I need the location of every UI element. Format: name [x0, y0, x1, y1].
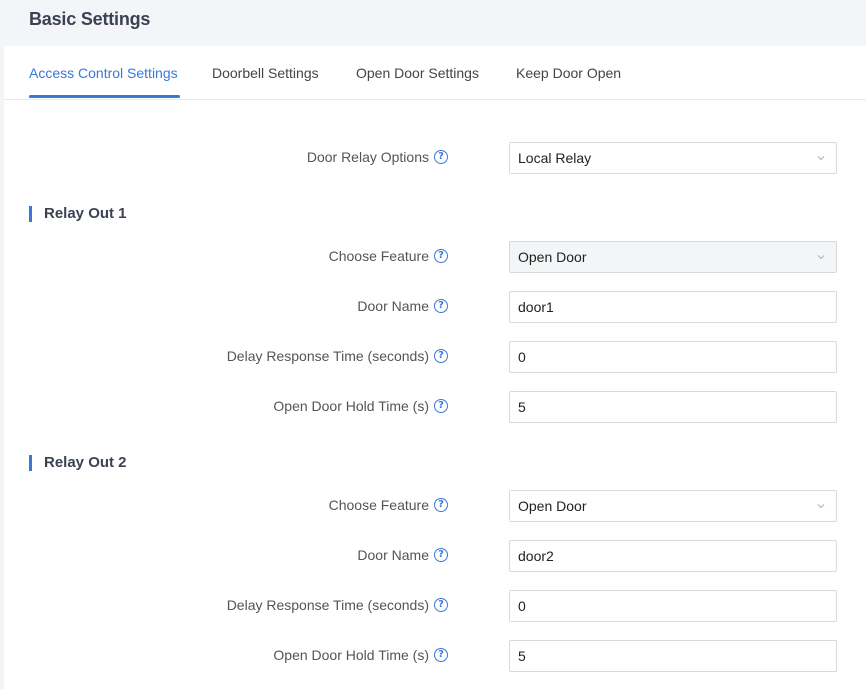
relay2-delay-row: Delay Response Time (seconds) ?: [4, 590, 866, 622]
relay2-choose-feature-label: Choose Feature ?: [329, 497, 448, 513]
relay1-hold-time-row: Open Door Hold Time (s) ?: [4, 391, 866, 423]
help-icon[interactable]: ?: [434, 399, 448, 413]
relay1-choose-feature-select[interactable]: Open Door: [509, 241, 837, 273]
relay1-hold-time-field: [509, 391, 837, 423]
help-icon[interactable]: ?: [434, 648, 448, 662]
tab-keep-door-open[interactable]: Keep Door Open: [516, 65, 621, 81]
chevron-down-icon: [817, 504, 825, 509]
relay1-door-name-label: Door Name ?: [357, 298, 448, 314]
relay2-door-name-label: Door Name ?: [357, 547, 448, 563]
relay1-delay-input[interactable]: [518, 349, 828, 365]
help-icon[interactable]: ?: [434, 299, 448, 313]
relay2-hold-time-label: Open Door Hold Time (s) ?: [273, 647, 448, 663]
relay1-door-name-input[interactable]: [518, 299, 828, 315]
relay-out-1-section-title: Relay Out 1: [29, 206, 127, 222]
relay1-door-name-field: [509, 291, 837, 323]
door-relay-options-label: Door Relay Options ?: [307, 149, 448, 165]
help-icon[interactable]: ?: [434, 498, 448, 512]
relay2-delay-label: Delay Response Time (seconds) ?: [227, 597, 448, 613]
relay2-delay-input[interactable]: [518, 598, 828, 614]
help-icon[interactable]: ?: [434, 598, 448, 612]
settings-card: Access Control Settings Doorbell Setting…: [4, 46, 866, 689]
relay2-choose-feature-row: Choose Feature ? Open Door: [4, 490, 866, 522]
page-title: Basic Settings: [29, 9, 151, 29]
relay1-door-name-row: Door Name ?: [4, 291, 866, 323]
relay1-delay-row: Delay Response Time (seconds) ?: [4, 341, 866, 373]
relay2-delay-field: [509, 590, 837, 622]
chevron-down-icon: [817, 156, 825, 161]
door-relay-options-select[interactable]: Local Relay: [509, 142, 837, 174]
relay1-hold-time-input[interactable]: [518, 399, 828, 415]
relay1-choose-feature-row: Choose Feature ? Open Door: [4, 241, 866, 273]
relay2-hold-time-row: Open Door Hold Time (s) ?: [4, 640, 866, 672]
tab-bar: Access Control Settings Doorbell Setting…: [4, 46, 866, 100]
relay-out-2-section-title: Relay Out 2: [29, 455, 127, 471]
relay2-hold-time-input[interactable]: [518, 648, 828, 664]
tab-access-control-settings[interactable]: Access Control Settings: [29, 65, 178, 81]
relay2-hold-time-field: [509, 640, 837, 672]
tab-open-door-settings[interactable]: Open Door Settings: [356, 65, 479, 81]
relay1-choose-feature-label: Choose Feature ?: [329, 248, 448, 264]
door-relay-options-row: Door Relay Options ? Local Relay: [4, 142, 866, 174]
relay1-delay-label: Delay Response Time (seconds) ?: [227, 348, 448, 364]
relay2-door-name-input[interactable]: [518, 548, 828, 564]
help-icon[interactable]: ?: [434, 249, 448, 263]
active-tab-indicator: [29, 95, 180, 98]
help-icon[interactable]: ?: [434, 548, 448, 562]
chevron-down-icon: [817, 255, 825, 260]
tab-doorbell-settings[interactable]: Doorbell Settings: [212, 65, 319, 81]
relay2-door-name-row: Door Name ?: [4, 540, 866, 572]
relay2-door-name-field: [509, 540, 837, 572]
relay1-delay-field: [509, 341, 837, 373]
page-header: Basic Settings: [0, 0, 866, 46]
relay1-hold-time-label: Open Door Hold Time (s) ?: [273, 398, 448, 414]
help-icon[interactable]: ?: [434, 349, 448, 363]
help-icon[interactable]: ?: [434, 150, 448, 164]
relay2-choose-feature-select[interactable]: Open Door: [509, 490, 837, 522]
